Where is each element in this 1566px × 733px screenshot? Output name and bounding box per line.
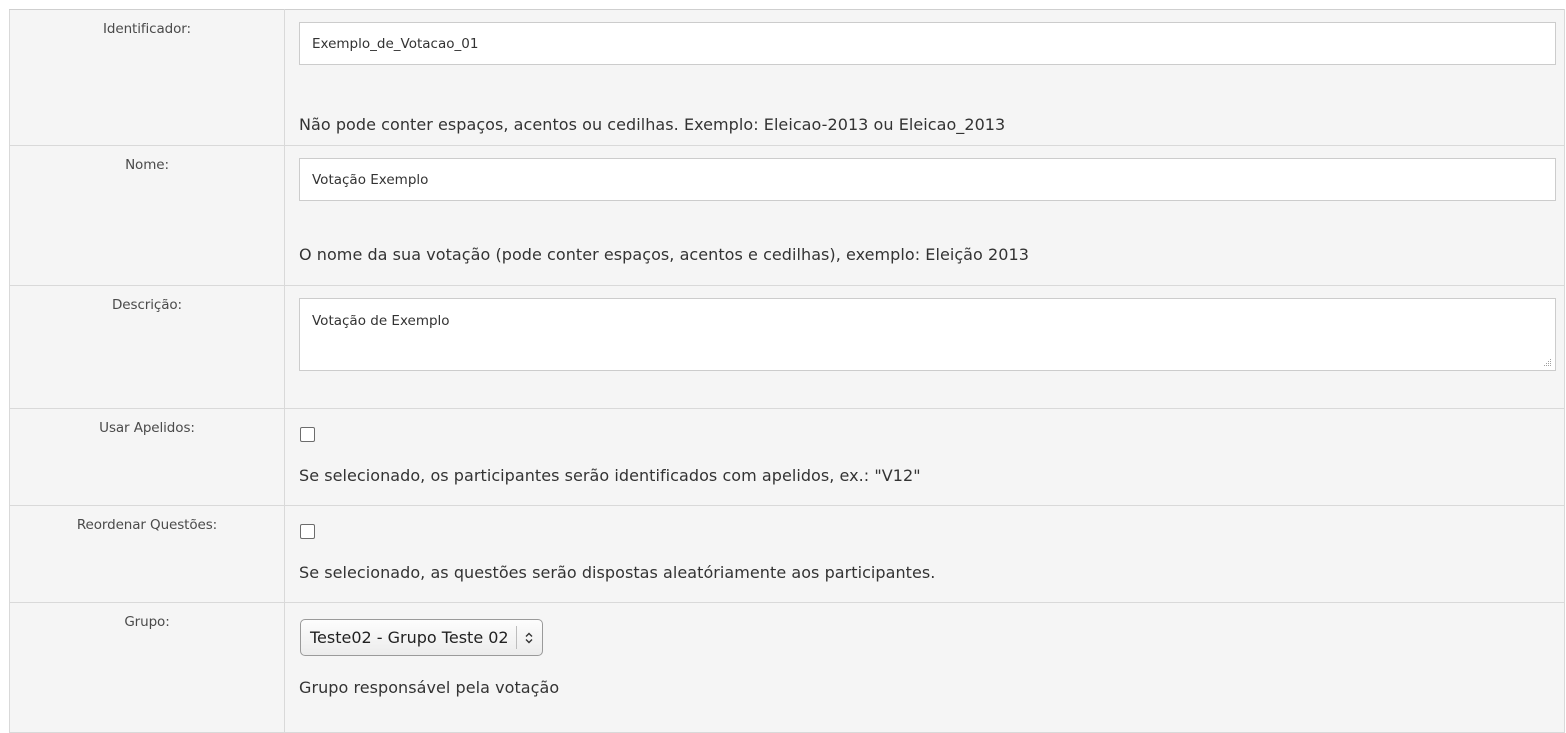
name-input-value: Votação Exemplo (312, 171, 429, 188)
reorder-questions-help-text: Se selecionado, as questões serão dispos… (299, 563, 936, 582)
group-label: Grupo: (9, 602, 285, 733)
description-field-cell: Votação de Exemplo (284, 285, 1565, 409)
use-nicknames-field-cell: Se selecionado, os participantes serão i… (284, 408, 1565, 506)
name-label: Nome: (9, 145, 285, 286)
use-nicknames-checkbox[interactable] (300, 427, 315, 442)
use-nicknames-row: Usar Apelidos: Se selecionado, os partic… (9, 408, 1565, 506)
identifier-help-text: Não pode conter espaços, acentos ou cedi… (299, 115, 1006, 134)
use-nicknames-help-text: Se selecionado, os participantes serão i… (299, 466, 921, 485)
name-row: Nome: Votação Exemplo O nome da sua vota… (9, 145, 1565, 286)
reorder-questions-label: Reordenar Questões: (9, 505, 285, 603)
identifier-row: Identificador: Exemplo_de_Votacao_01 Não… (9, 9, 1565, 146)
identifier-label: Identificador: (9, 9, 285, 146)
group-select[interactable]: Teste02 - Grupo Teste 02 (300, 619, 543, 656)
group-select-value: Teste02 - Grupo Teste 02 (310, 628, 509, 647)
description-label: Descrição: (9, 285, 285, 409)
use-nicknames-label: Usar Apelidos: (9, 408, 285, 506)
identifier-input-value: Exemplo_de_Votacao_01 (312, 35, 479, 52)
name-input[interactable]: Votação Exemplo (299, 158, 1556, 201)
resize-grip-icon[interactable] (1542, 357, 1552, 367)
name-help-text: O nome da sua votação (pode conter espaç… (299, 245, 1029, 264)
reorder-questions-row: Reordenar Questões: Se selecionado, as q… (9, 505, 1565, 603)
identifier-field-cell: Exemplo_de_Votacao_01 Não pode conter es… (284, 9, 1565, 146)
identifier-input[interactable]: Exemplo_de_Votacao_01 (299, 22, 1556, 65)
group-help-text: Grupo responsável pela votação (299, 678, 560, 697)
description-textarea-value: Votação de Exemplo (312, 313, 450, 329)
voting-form-table: Identificador: Exemplo_de_Votacao_01 Não… (9, 9, 1565, 733)
name-field-cell: Votação Exemplo O nome da sua votação (p… (284, 145, 1565, 286)
description-row: Descrição: Votação de Exemplo (9, 285, 1565, 409)
updown-chevron-icon (515, 626, 542, 649)
reorder-questions-field-cell: Se selecionado, as questões serão dispos… (284, 505, 1565, 603)
group-field-cell: Teste02 - Grupo Teste 02 Grupo responsáv… (284, 602, 1565, 733)
reorder-questions-checkbox[interactable] (300, 524, 315, 539)
description-textarea[interactable]: Votação de Exemplo (299, 298, 1556, 371)
group-row: Grupo: Teste02 - Grupo Teste 02 Grupo re… (9, 602, 1565, 733)
